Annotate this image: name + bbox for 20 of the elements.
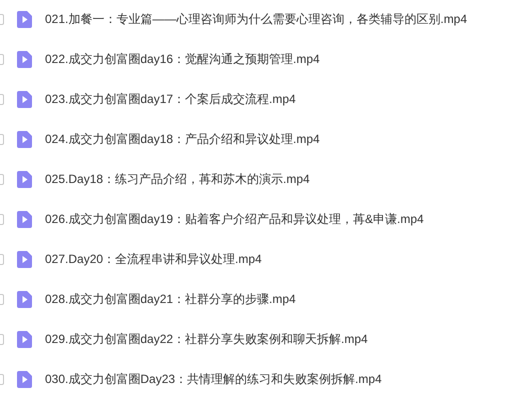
file-name[interactable]: 023.成交力创富圈day17：个案后成交流程.mp4 xyxy=(45,91,296,108)
file-name[interactable]: 030.成交力创富圈Day23：共情理解的练习和失败案例拆解.mp4 xyxy=(45,371,382,388)
file-name[interactable]: 026.成交力创富圈day19：贴着客户介绍产品和异议处理，苒&申谦.mp4 xyxy=(45,211,424,228)
file-name[interactable]: 025.Day18：练习产品介绍，苒和苏木的演示.mp4 xyxy=(45,171,310,188)
video-file-icon xyxy=(17,251,32,268)
video-file-icon xyxy=(17,131,32,148)
video-file-icon xyxy=(17,11,32,28)
video-file-icon xyxy=(17,291,32,308)
video-file-icon xyxy=(17,331,32,348)
file-name[interactable]: 027.Day20：全流程串讲和异议处理.mp4 xyxy=(45,251,262,268)
video-file-icon xyxy=(17,91,32,108)
video-file-icon xyxy=(17,211,32,228)
video-file-icon xyxy=(17,51,32,68)
video-file-icon xyxy=(17,171,32,188)
file-name[interactable]: 024.成交力创富圈day18：产品介绍和异议处理.mp4 xyxy=(45,131,320,148)
file-name[interactable]: 022.成交力创富圈day16：觉醒沟通之预期管理.mp4 xyxy=(45,51,320,68)
file-name[interactable]: 021.加餐一：专业篇——心理咨询师为什么需要心理咨询，各类辅导的区别.mp4 xyxy=(45,11,468,28)
file-name[interactable]: 028.成交力创富圈day21：社群分享的步骤.mp4 xyxy=(45,291,296,308)
video-file-icon xyxy=(17,371,32,388)
file-name[interactable]: 029.成交力创富圈day22：社群分享失败案例和聊天拆解.mp4 xyxy=(45,331,368,348)
